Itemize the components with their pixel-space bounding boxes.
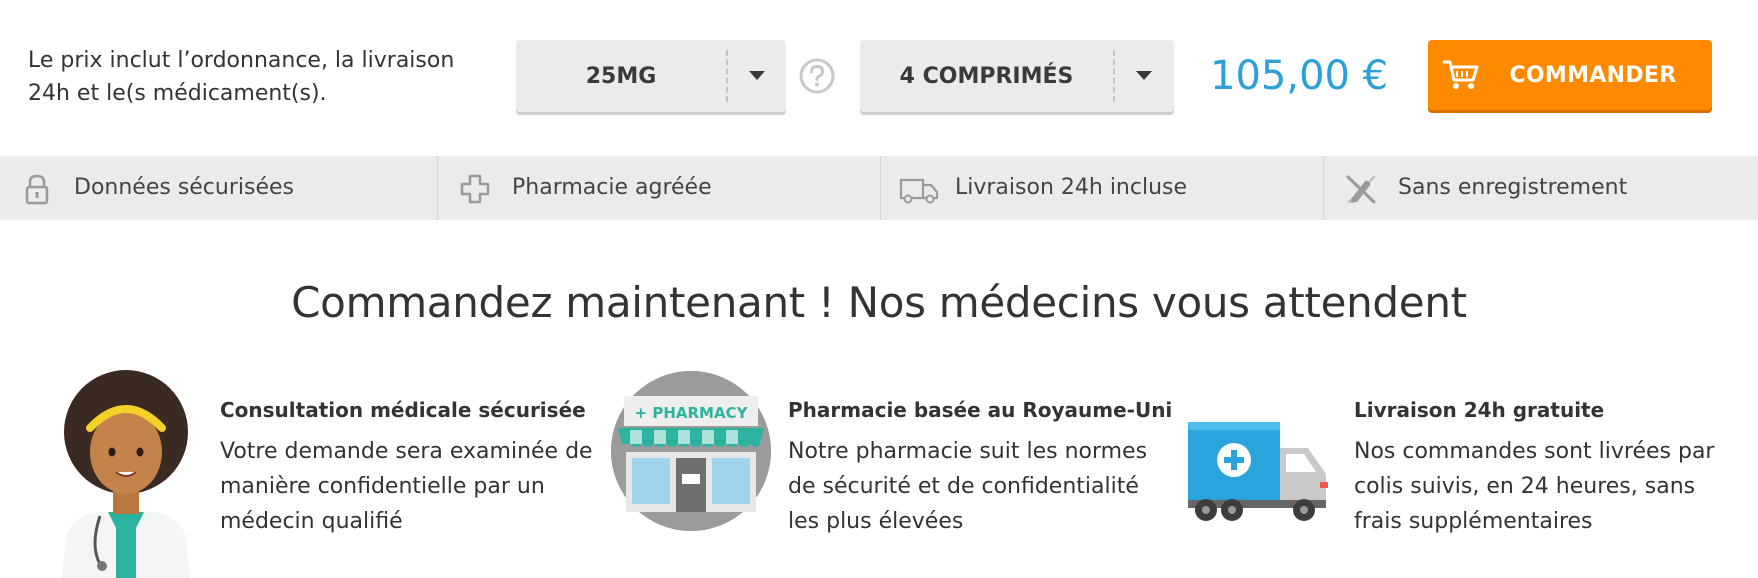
feature-label: Sans enregistrement <box>1398 175 1628 200</box>
dose-select-value: 25MG <box>585 64 657 89</box>
benefit-text: Nos commandes sont livrées par colis sui… <box>1354 439 1715 534</box>
help-icon[interactable] <box>798 57 836 95</box>
total-price: 105,00 € <box>1210 53 1389 99</box>
benefit-text: Votre demande sera examinée de manière c… <box>220 439 593 534</box>
doctor-illustration <box>56 370 196 578</box>
feature-label: Données sécurisées <box>74 175 294 200</box>
quantity-select-value: 4 COMPRIMÉS <box>899 64 1074 89</box>
feature-approved-pharmacy: Pharmacie agréée <box>438 156 881 220</box>
delivery-van-icon <box>899 172 939 206</box>
feature-label: Livraison 24h incluse <box>955 175 1188 200</box>
pharmacy-sign-text: + PHARMACY <box>635 404 749 422</box>
price-note: Le prix inclut l’ordonnance, la livraiso… <box>28 48 455 106</box>
lock-icon <box>20 172 54 206</box>
order-button[interactable]: COMMANDER <box>1428 40 1712 110</box>
benefit-title: Livraison 24h gratuite <box>1354 398 1605 422</box>
feature-no-registration: Sans enregistrement <box>1324 156 1758 220</box>
feature-label: Pharmacie agréée <box>512 175 712 200</box>
benefit-title: Pharmacie basée au Royaume-Uni <box>788 398 1173 422</box>
no-signup-icon <box>1344 172 1378 206</box>
feature-secure-data: Données sécurisées <box>0 156 438 220</box>
cart-icon <box>1442 58 1480 92</box>
benefit-title: Consultation médicale sécurisée <box>220 398 586 422</box>
chevron-down-icon <box>728 40 786 112</box>
order-bar: Le prix inclut l’ordonnance, la livraiso… <box>0 0 1758 156</box>
chevron-down-icon <box>1115 40 1173 112</box>
page-headline: Commandez maintenant ! Nos médecins vous… <box>291 278 1467 327</box>
feature-delivery-included: Livraison 24h incluse <box>881 156 1324 220</box>
quantity-select[interactable]: 4 COMPRIMÉS <box>860 40 1174 112</box>
pharmacy-illustration: + PHARMACY <box>610 370 772 536</box>
benefit-text: Notre pharmacie suit les normes de sécur… <box>788 439 1148 534</box>
dose-select[interactable]: 25MG <box>516 40 786 112</box>
medical-cross-icon <box>458 172 492 206</box>
truck-illustration <box>1186 370 1332 536</box>
order-button-label: COMMANDER <box>1509 63 1677 88</box>
features-strip: Données sécurisées Pharmacie agréée Livr… <box>0 156 1758 220</box>
